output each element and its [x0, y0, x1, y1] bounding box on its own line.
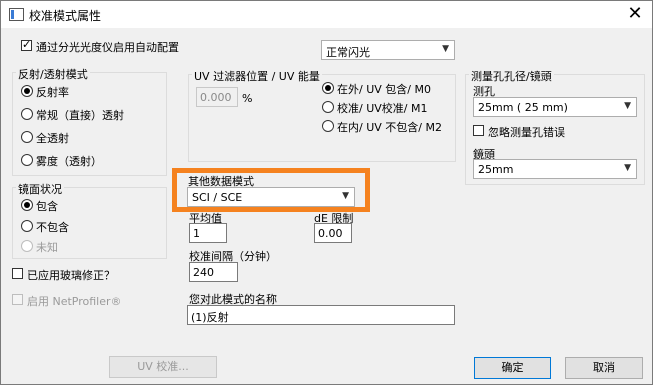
uv-unit-label: % [242, 92, 253, 105]
lens-select[interactable]: 25mm ▼ [473, 159, 637, 179]
radio-specular-unknown-label: 未知 [36, 241, 58, 254]
ok-button[interactable]: 确定 [474, 357, 551, 379]
close-icon[interactable]: ✕ [624, 4, 646, 24]
radio-total-transmit-label: 全透射 [36, 132, 69, 145]
window-title: 校准模式属性 [29, 9, 102, 23]
glass-correction-label: 已应用玻璃修正？ [27, 269, 115, 282]
average-input[interactable]: 1 [189, 223, 227, 243]
radio-reflectance-label: 反射率 [36, 86, 69, 99]
netprofiler-label: 启用 NetProfiler® [27, 295, 122, 308]
other-data-mode-value: SCI / SCE [192, 191, 243, 204]
uv-calibrate-button[interactable]: UV 校准... [109, 356, 217, 378]
title-bar: 校准模式属性 ✕ [1, 1, 652, 28]
auto-config-label: 通过分光光度仪启用自动配置 [36, 41, 179, 54]
chevron-down-icon: ▼ [624, 101, 631, 111]
radio-uv-m0-label: 在外/ UV 包含/ M0 [337, 83, 431, 96]
radio-total-transmit[interactable] [21, 131, 33, 143]
radio-reflectance[interactable] [21, 85, 33, 97]
uv-energy-input[interactable]: 0.000 [196, 87, 238, 107]
mode-name-input[interactable]: (1)反射 [187, 305, 455, 325]
ignore-aperture-error-checkbox[interactable] [473, 125, 484, 136]
radio-specular-exclude[interactable] [21, 220, 33, 232]
uv-energy-value: 0.000 [200, 91, 232, 104]
auto-config-checkbox[interactable] [21, 38, 32, 51]
chevron-down-icon: ▼ [342, 191, 349, 201]
interval-value: 240 [193, 266, 214, 279]
radio-specular-include[interactable] [21, 199, 33, 211]
radio-uv-m0[interactable] [322, 82, 334, 94]
netprofiler-checkbox[interactable] [12, 294, 23, 305]
lens-value: 25mm [478, 163, 514, 176]
uv-group-title: UV 过滤器位置 / UV 能量 [192, 68, 322, 84]
average-value: 1 [193, 227, 200, 240]
reflect-transmit-title: 反射/透射模式 [16, 66, 90, 82]
aperture-value: 25mm ( 25 mm) [478, 101, 568, 114]
de-limit-value: 0.00 [318, 227, 343, 240]
aperture-select[interactable]: 25mm ( 25 mm) ▼ [473, 97, 637, 117]
radio-regular-transmit[interactable] [21, 108, 33, 120]
de-limit-input[interactable]: 0.00 [314, 223, 352, 243]
radio-haze-label: 雾度（透射） [36, 155, 102, 168]
radio-uv-m1-label: 校准/ UV校准/ M1 [337, 102, 428, 115]
interval-input[interactable]: 240 [189, 262, 238, 282]
radio-specular-include-label: 包含 [36, 200, 58, 213]
radio-regular-transmit-label: 常规（直接）透射 [36, 109, 124, 122]
radio-uv-m2-label: 在内/ UV 不包含/ M2 [337, 121, 442, 134]
dialog-window: 校准模式属性 ✕ 通过分光光度仪启用自动配置 正常闪光 ▼ 反射/透射模式 反射… [0, 0, 653, 385]
chevron-down-icon: ▼ [624, 163, 631, 173]
ignore-aperture-error-label: 忽略测量孔错误 [488, 126, 565, 139]
radio-uv-m1[interactable] [322, 101, 334, 113]
radio-specular-unknown[interactable] [21, 240, 33, 252]
other-data-mode-select[interactable]: SCI / SCE ▼ [187, 187, 355, 207]
radio-specular-exclude-label: 不包含 [36, 221, 69, 234]
aperture-group-title: 测量孔孔径/镜頭 [469, 68, 554, 84]
flash-mode-value: 正常闪光 [326, 46, 370, 59]
cancel-button[interactable]: 取消 [565, 357, 643, 379]
chevron-down-icon: ▼ [442, 44, 449, 54]
flash-mode-select[interactable]: 正常闪光 ▼ [321, 40, 455, 60]
glass-correction-checkbox[interactable] [12, 268, 23, 279]
radio-haze[interactable] [21, 154, 33, 166]
app-window-icon [9, 8, 24, 21]
radio-uv-m2[interactable] [322, 120, 334, 132]
specular-title: 镜面状况 [16, 181, 64, 197]
mode-name-value: (1)反射 [191, 311, 229, 324]
